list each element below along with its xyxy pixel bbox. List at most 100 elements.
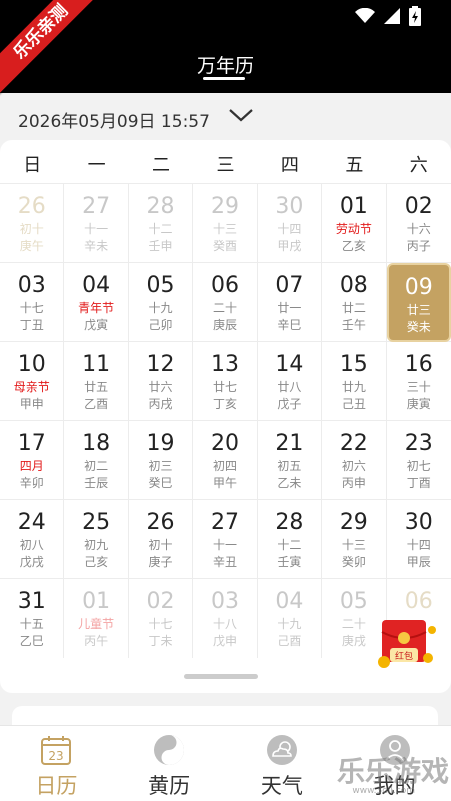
calendar-day[interactable]: 03 十七 丁丑 <box>0 263 65 342</box>
page-title: 万年历 <box>196 55 254 77</box>
calendar-day[interactable]: 07 廿一 辛巳 <box>258 263 323 342</box>
day-number: 13 <box>210 352 239 377</box>
tab-label: 日历 <box>35 774 78 798</box>
drag-handle[interactable] <box>184 674 258 679</box>
calendar-day-selected[interactable]: 09 廿三 癸未 <box>386 263 451 342</box>
ganzhi-label: 丙申 <box>341 476 366 490</box>
calendar-day[interactable]: 31 十五 乙巳 <box>0 579 65 658</box>
calendar-day[interactable]: 29 十三 癸酉 <box>193 184 258 263</box>
lunar-day: 初九 <box>84 538 109 552</box>
ganzhi-label: 丁未 <box>148 634 173 648</box>
calendar-day[interactable]: 16 三十庚寅 <box>387 342 451 421</box>
lunar-day: 十一 <box>212 538 237 552</box>
lunar-day: 初十 <box>148 538 173 552</box>
calendar-day[interactable]: 30 十四 甲辰 <box>387 500 451 579</box>
ganzhi-label: 庚午 <box>19 239 44 253</box>
weekday-label: 二 <box>152 155 171 176</box>
calendar-day[interactable]: 19 初三 癸巳 <box>129 421 194 500</box>
day-number: 27 <box>210 510 239 535</box>
ganzhi-label: 庚寅 <box>406 397 431 411</box>
current-date-label[interactable]: 2026年05月09日 15:57 <box>18 107 210 132</box>
ganzhi-label: 戊申 <box>212 634 237 648</box>
tab-weather[interactable]: 天气 <box>226 726 339 801</box>
calendar-day[interactable]: 30 十四 甲戌 <box>258 184 323 263</box>
calendar-day[interactable]: 17 四月 辛卯 <box>0 421 65 500</box>
calendar-day[interactable]: 27 十一 辛未 <box>64 184 129 263</box>
lunar-day: 初六 <box>341 459 366 473</box>
ganzhi-label: 乙亥 <box>341 239 366 253</box>
calendar-day[interactable]: 03 十八 戊申 <box>193 579 258 658</box>
calendar-day[interactable]: 26 初十 庚午 <box>0 184 65 263</box>
ganzhi-label: 戊子 <box>277 397 302 411</box>
day-number: 16 <box>404 352 433 377</box>
tab-almanac[interactable]: 黄历 <box>113 726 226 801</box>
calendar-day[interactable]: 04 青年节 戊寅 <box>64 263 129 342</box>
weekday-label: 五 <box>345 155 364 176</box>
day-number: 26 <box>17 194 46 219</box>
chevron-down-icon[interactable] <box>228 107 254 123</box>
calendar-day[interactable]: 14 廿八 戊子 <box>258 342 323 421</box>
lunar-day: 廿九 <box>341 380 366 394</box>
lunar-day: 廿八 <box>277 380 302 394</box>
date-selector[interactable]: 2026年05月09日 15:57 <box>0 93 451 139</box>
day-number: 25 <box>82 510 111 535</box>
calendar-card: 日 一 二 三 四 五 六 26 初十 庚午 27 十一 辛未 28 十二 壬申 29 十三 癸酉 30… <box>0 140 451 693</box>
calendar-day[interactable]: 13 廿七 丁亥 <box>193 342 258 421</box>
ganzhi-label: 己酉 <box>277 634 302 648</box>
day-number: 30 <box>404 510 433 535</box>
calendar-day[interactable]: 18 初二 壬辰 <box>64 421 129 500</box>
day-number: 05 <box>339 589 368 614</box>
day-number: 27 <box>82 194 111 219</box>
day-number: 29 <box>339 510 368 535</box>
calendar-day[interactable]: 11 廿五 乙酉 <box>64 342 129 421</box>
day-number: 04 <box>275 589 304 614</box>
calendar-day[interactable]: 01 儿童节 丙午 <box>64 579 129 658</box>
ganzhi-label: 辛巳 <box>277 318 302 332</box>
calendar-day[interactable]: 24 初八 戊戌 <box>0 500 65 579</box>
red-packet-icon[interactable]: 红包 大派送 <box>376 618 438 672</box>
calendar-day[interactable]: 26 初十 庚子 <box>129 500 194 579</box>
day-number: 10 <box>17 352 46 377</box>
weekday-header: 日 一 二 三 四 五 六 <box>0 150 451 182</box>
lunar-day: 初三 <box>148 459 173 473</box>
calendar-day[interactable]: 15 廿九 己丑 <box>322 342 387 421</box>
tab-calendar[interactable]: 23 日历 <box>0 726 113 801</box>
calendar-day[interactable]: 10 母亲节 甲申 <box>0 342 65 421</box>
calendar-day[interactable]: 28 十二 壬寅 <box>258 500 323 579</box>
calendar-day[interactable]: 12 廿六 丙戌 <box>129 342 194 421</box>
calendar-day[interactable]: 04 十九 己酉 <box>258 579 323 658</box>
calendar-day[interactable]: 02 十六 丙子 <box>387 184 451 263</box>
calendar-day[interactable]: 29 十三 癸卯 <box>322 500 387 579</box>
day-number: 03 <box>17 273 46 298</box>
calendar-day[interactable]: 06 二十 庚辰 <box>193 263 258 342</box>
calendar-day[interactable]: 22 初六 丙申 <box>322 421 387 500</box>
ganzhi-label: 辛丑 <box>212 555 237 569</box>
lunar-day: 初八 <box>19 538 44 552</box>
calendar-icon: 23 <box>41 736 72 765</box>
calendar-day[interactable]: 28 十二 壬申 <box>129 184 194 263</box>
festival-label: 劳动节 <box>335 222 372 236</box>
ganzhi-label: 乙酉 <box>84 397 109 411</box>
calendar-grid: 26 初十 庚午 27 十一 辛未 28 十二 壬申 29 十三 癸酉 30 十四 甲戌 01 劳动节 乙亥 02 十… <box>0 183 451 658</box>
calendar-week-row: 26 初十 庚午 27 十一 辛未 28 十二 壬申 29 十三 癸酉 30 十四 甲戌 01 劳动节 乙亥 02 十… <box>0 183 451 263</box>
calendar-day[interactable]: 01 劳动节 乙亥 <box>322 184 387 263</box>
calendar-day[interactable]: 20 初四 甲午 <box>193 421 258 500</box>
calendar-day[interactable]: 25 初九 己亥 <box>64 500 129 579</box>
day-number: 21 <box>275 431 304 456</box>
calendar-day[interactable]: 21 初五 乙未 <box>258 421 323 500</box>
ganzhi-label: 己卯 <box>148 318 173 332</box>
calendar-day[interactable]: 08 廿二 壬午 <box>322 263 387 342</box>
tab-label: 黄历 <box>148 774 191 798</box>
calendar-day[interactable]: 23 初七 丁酉 <box>387 421 451 500</box>
title-underline <box>203 77 245 80</box>
calendar-day[interactable]: 27 十一辛丑 <box>193 500 258 579</box>
ganzhi-label: 丁亥 <box>212 397 237 411</box>
lunar-day: 初七 <box>406 459 431 473</box>
calendar-day[interactable]: 02 十七 丁未 <box>129 579 194 658</box>
calendar-day[interactable]: 05 十九 己卯 <box>129 263 194 342</box>
day-number: 08 <box>339 273 368 298</box>
ganzhi-label: 壬寅 <box>277 555 302 569</box>
calendar-week-row: 10 母亲节 甲申 11 廿五 乙酉 12 廿六 丙戌 13 廿七 丁亥 14 廿八 戊子 15 廿九 己丑 16 三… <box>0 341 451 421</box>
lunar-day: 三十 <box>406 380 431 394</box>
lunar-day: 十四 <box>406 538 431 552</box>
